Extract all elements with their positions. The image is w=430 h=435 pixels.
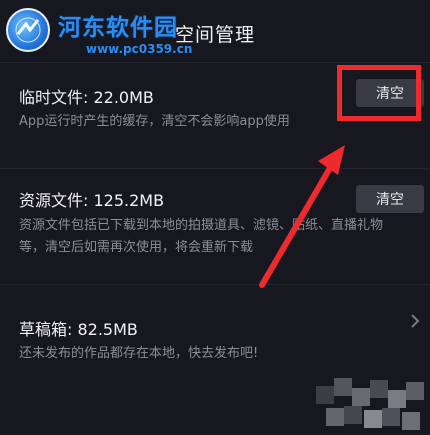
annotation-arrow-icon — [259, 145, 345, 288]
mosaic-watermark — [316, 378, 430, 435]
